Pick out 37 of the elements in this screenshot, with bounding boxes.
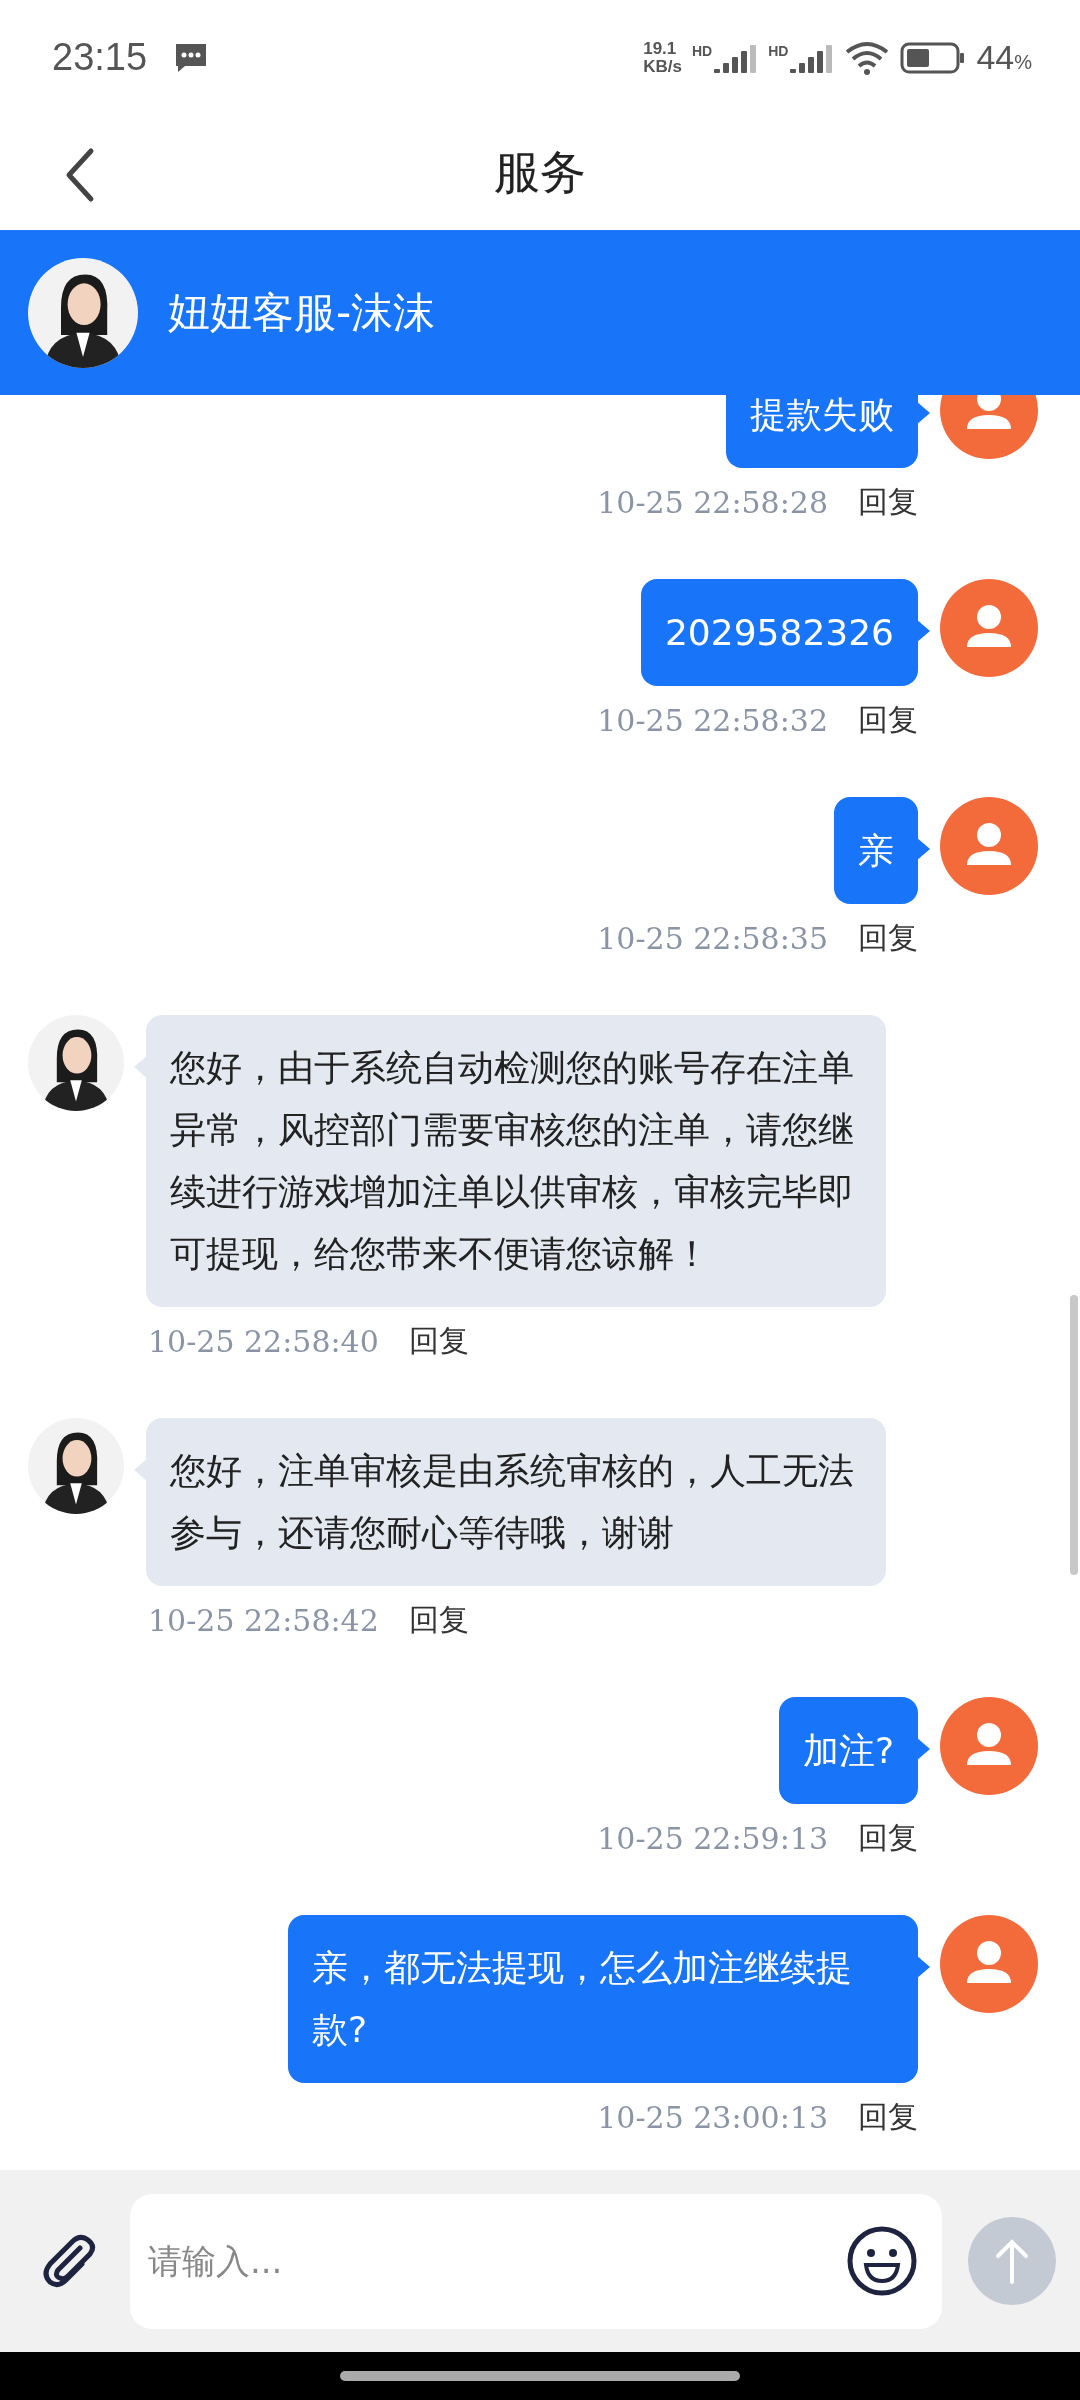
reply-button[interactable]: 回复 bbox=[408, 1321, 469, 1362]
reply-button[interactable]: 回复 bbox=[858, 918, 918, 959]
reply-button[interactable]: 回复 bbox=[408, 1600, 469, 1641]
message-time: 10-25 22:58:42 bbox=[148, 1603, 379, 1638]
message-time: 10-25 22:58:32 bbox=[597, 703, 828, 738]
reply-button[interactable]: 回复 bbox=[858, 482, 918, 523]
agent-name: 妞妞客服-沫沫 bbox=[168, 286, 436, 339]
network-speed: 19.1 bbox=[643, 39, 678, 58]
signal-icon bbox=[714, 42, 759, 73]
reply-button[interactable]: 回复 bbox=[858, 1818, 918, 1859]
reply-button[interactable]: 回复 bbox=[858, 2097, 918, 2138]
received-message-bubble: 您好，由于系统自动检测您的账号存在注单异常，风控部门需要审核您的注单，请您继续进行游戏增加注单以供审核，审核完毕即可提现，给您带来不便请您谅解！ bbox=[146, 1015, 886, 1307]
sent-message-bubble: 亲 bbox=[834, 797, 918, 904]
sent-message-bubble: 加注? bbox=[778, 1697, 918, 1804]
message-time: 10-25 22:58:28 bbox=[597, 485, 828, 520]
message-time: 10-25 22:58:35 bbox=[597, 921, 828, 956]
message-input-box[interactable]: 请输入... bbox=[130, 2193, 942, 2329]
sent-message-bubble: 亲，都无法提现，怎么加注继续提款? bbox=[288, 1915, 918, 2083]
message-time: 10-25 22:58:40 bbox=[148, 1324, 379, 1359]
sent-message-bubble: 提款失败 bbox=[726, 395, 918, 468]
battery-percentage: 44 bbox=[976, 38, 1015, 77]
emoji-button[interactable] bbox=[846, 2225, 918, 2297]
message-input-field[interactable]: 请输入... bbox=[146, 2240, 846, 2282]
network-speed-unit: KB/s bbox=[643, 57, 682, 76]
wifi-icon bbox=[844, 39, 891, 76]
message-time: 10-25 22:59:13 bbox=[597, 1821, 828, 1856]
status-time: 23:15 bbox=[52, 36, 148, 79]
received-message-bubble: 您好，注单审核是由系统审核的，人工无法参与，还请您耐心等待哦，谢谢 bbox=[146, 1418, 886, 1586]
signal-label: HD bbox=[691, 42, 713, 59]
page-title: 服务 bbox=[494, 143, 586, 201]
message-time: 10-25 23:00:13 bbox=[597, 2100, 828, 2135]
reply-button[interactable]: 回复 bbox=[858, 700, 918, 741]
percent-sign: % bbox=[1014, 51, 1032, 74]
battery-icon bbox=[900, 41, 967, 74]
signal-label: HD bbox=[768, 42, 789, 59]
sent-message-bubble: 2029582326 bbox=[640, 579, 918, 686]
signal-icon bbox=[790, 42, 835, 73]
